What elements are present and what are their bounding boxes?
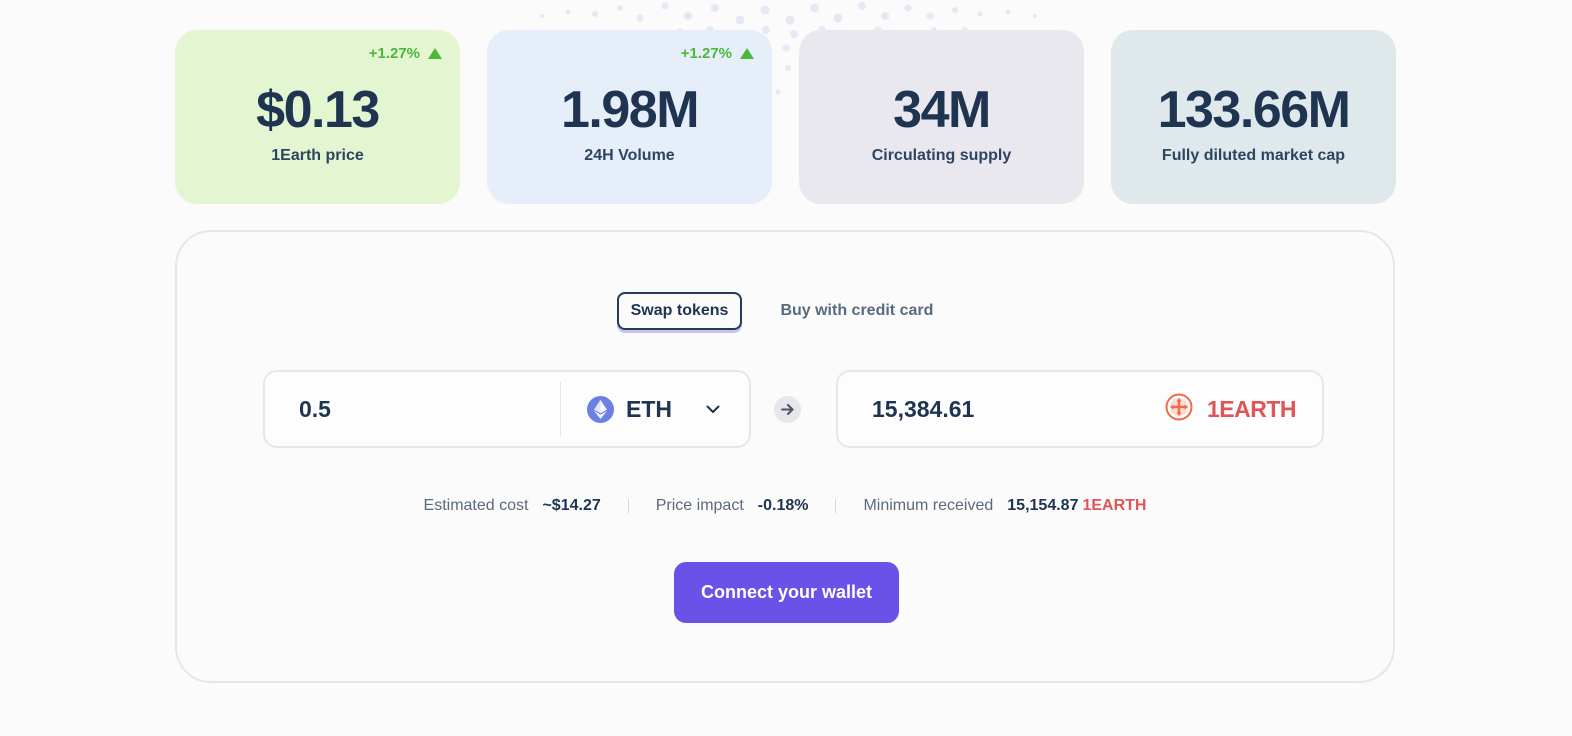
volume-change-value: +1.27% xyxy=(680,45,732,62)
minimum-received-label: Minimum received xyxy=(863,497,994,514)
stats-row: +1.27% $0.13 1Earth price +1.27% 1.98M 2… xyxy=(175,30,1396,204)
stat-card-supply: 34M Circulating supply xyxy=(799,30,1084,204)
connect-wallet-button[interactable]: Connect your wallet xyxy=(674,562,899,623)
swap-row: 0.5 ETH 15,384.61 1EARTH xyxy=(263,370,1324,448)
volume-change: +1.27% xyxy=(681,45,754,62)
swap-tabs: Swap tokens Buy with credit card xyxy=(177,292,1393,330)
stat-label: 1Earth price xyxy=(271,147,364,164)
page: +1.27% $0.13 1Earth price +1.27% 1.98M 2… xyxy=(0,0,1572,736)
to-token: 1EARTH xyxy=(1165,393,1297,426)
chevron-down-icon[interactable] xyxy=(706,405,720,414)
stat-value: 1.98M xyxy=(560,81,700,139)
price-impact-label: Price impact xyxy=(655,497,744,514)
from-token-name: ETH xyxy=(626,395,672,422)
to-token-box: 15,384.61 1EARTH xyxy=(836,370,1324,448)
triangle-up-icon xyxy=(740,48,754,59)
ethereum-icon xyxy=(587,395,614,423)
stat-label: Fully diluted market cap xyxy=(1161,147,1346,164)
estimated-cost: Estimated cost ~$14.27 xyxy=(424,497,601,515)
estimated-cost-value: ~$14.27 xyxy=(542,497,601,514)
price-change-value: +1.27% xyxy=(368,45,420,62)
detail-separator xyxy=(627,499,629,513)
1earth-logo-icon xyxy=(1165,393,1193,426)
arrow-right-icon xyxy=(774,395,801,423)
price-change: +1.27% xyxy=(369,45,442,62)
price-impact: Price impact -0.18% xyxy=(656,497,809,515)
minimum-received-value: 15,154.87 xyxy=(1007,497,1079,514)
triangle-up-icon xyxy=(428,48,442,59)
from-token-box: 0.5 ETH xyxy=(263,370,751,448)
stat-value: $0.13 xyxy=(256,81,380,139)
tab-buy-with-credit-card[interactable]: Buy with credit card xyxy=(768,294,945,328)
stat-card-volume: +1.27% 1.98M 24H Volume xyxy=(487,30,772,204)
stat-label: 24H Volume xyxy=(584,147,675,164)
from-amount-input[interactable]: 0.5 xyxy=(265,396,560,423)
swap-details: Estimated cost ~$14.27 Price impact -0.1… xyxy=(177,497,1393,515)
swap-panel: Swap tokens Buy with credit card 0.5 ETH xyxy=(175,230,1395,683)
to-amount-output: 15,384.61 xyxy=(872,395,975,422)
stat-value: 34M xyxy=(893,81,991,139)
minimum-received: Minimum received 15,154.87 1EARTH xyxy=(863,497,1146,515)
stat-card-market-cap: 133.66M Fully diluted market cap xyxy=(1111,30,1396,204)
price-impact-value: -0.18% xyxy=(757,497,809,514)
tab-swap-tokens[interactable]: Swap tokens xyxy=(616,292,743,330)
minimum-received-unit: 1EARTH xyxy=(1082,497,1147,514)
from-token-selector[interactable]: ETH xyxy=(561,395,720,423)
stat-card-price: +1.27% $0.13 1Earth price xyxy=(175,30,460,204)
stat-value: 133.66M xyxy=(1157,81,1351,139)
estimated-cost-label: Estimated cost xyxy=(423,497,529,514)
stat-label: Circulating supply xyxy=(871,147,1012,164)
to-token-name: 1EARTH xyxy=(1206,395,1297,422)
detail-separator xyxy=(835,499,837,513)
